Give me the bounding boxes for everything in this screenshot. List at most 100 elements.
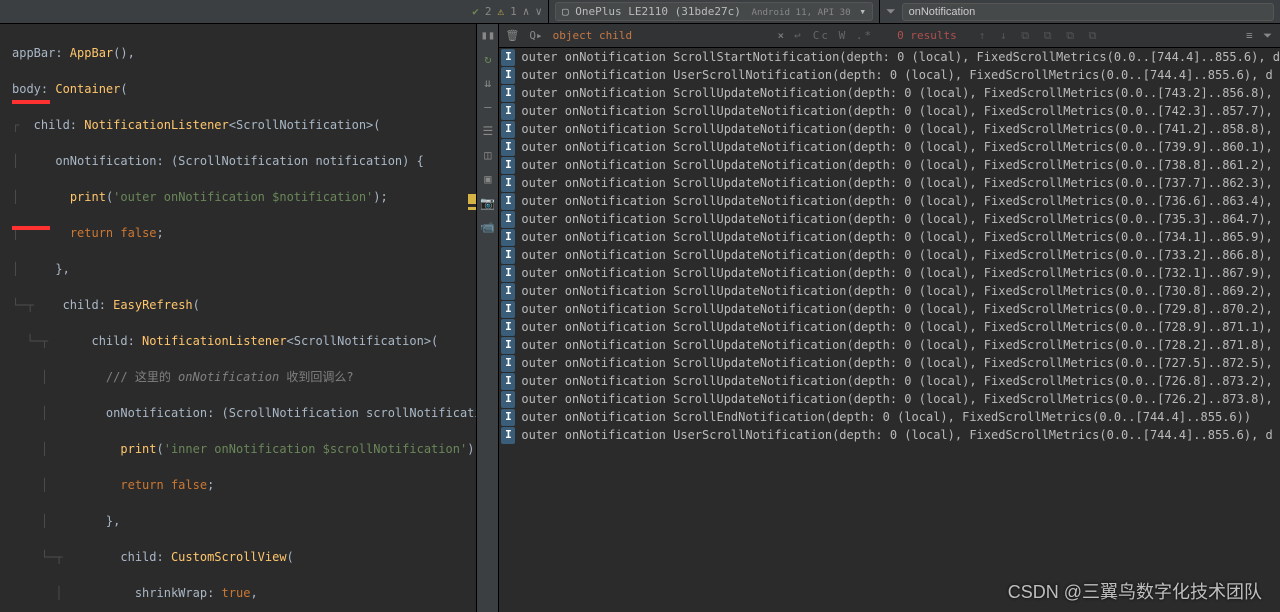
search-nav[interactable]: ↑ ↓ ⧉ ⧉ ⧉ ⧉ — [979, 29, 1101, 43]
log-search-bar: 🗑 Q▸ object child × ↩ Cc W .* 0 results … — [499, 24, 1280, 48]
inspection-widget[interactable]: ✔2 ⚠1 ∧ ∨ — [0, 0, 548, 23]
log-line: Iouter onNotification ScrollUpdateNotifi… — [499, 372, 1280, 390]
log-message: outer onNotification ScrollUpdateNotific… — [521, 390, 1272, 408]
log-level-badge: I — [501, 193, 515, 210]
device-selector[interactable]: ▢ OnePlus LE2110 (31bde27c) Android 11, … — [548, 0, 880, 23]
log-line: Iouter onNotification UserScrollNotifica… — [499, 66, 1280, 84]
log-line: Iouter onNotification ScrollUpdateNotifi… — [499, 390, 1280, 408]
log-output[interactable]: Iouter onNotification ScrollStartNotific… — [499, 48, 1280, 612]
log-level-badge: I — [501, 121, 515, 138]
search-filters[interactable]: ≡ ⏷ — [1246, 29, 1274, 43]
log-message: outer onNotification ScrollUpdateNotific… — [521, 174, 1272, 192]
log-message: outer onNotification UserScrollNotificat… — [521, 426, 1272, 444]
log-level-badge: I — [501, 139, 515, 156]
restart-icon[interactable]: ↻ — [484, 52, 491, 66]
code-content[interactable]: appBar: AppBar(), body: Container( ┌ chi… — [0, 24, 476, 612]
log-level-badge: I — [501, 355, 515, 372]
log-line: Iouter onNotification ScrollUpdateNotifi… — [499, 246, 1280, 264]
log-line: Iouter onNotification ScrollUpdateNotifi… — [499, 102, 1280, 120]
phone-icon: ▢ — [562, 5, 569, 18]
log-line: Iouter onNotification UserScrollNotifica… — [499, 426, 1280, 444]
log-level-badge: I — [501, 103, 515, 120]
log-line: Iouter onNotification ScrollEndNotificat… — [499, 408, 1280, 426]
log-line: Iouter onNotification ScrollUpdateNotifi… — [499, 120, 1280, 138]
chevron-down-icon: ▾ — [859, 5, 866, 18]
log-message: outer onNotification ScrollUpdateNotific… — [521, 138, 1272, 156]
search-term[interactable]: object child — [553, 29, 632, 42]
log-message: outer onNotification ScrollUpdateNotific… — [521, 192, 1272, 210]
error-stripe[interactable] — [466, 24, 476, 612]
log-message: outer onNotification ScrollUpdateNotific… — [521, 210, 1272, 228]
log-line: Iouter onNotification ScrollUpdateNotifi… — [499, 300, 1280, 318]
soft-wrap-icon[interactable]: ☰ — [483, 124, 494, 138]
log-level-badge: I — [501, 67, 515, 84]
history-icon[interactable]: ↩ — [794, 29, 803, 42]
log-message: outer onNotification ScrollUpdateNotific… — [521, 300, 1272, 318]
close-icon[interactable]: × — [778, 29, 785, 42]
log-level-badge: I — [501, 265, 515, 282]
top-bar: ✔2 ⚠1 ∧ ∨ ▢ OnePlus LE2110 (31bde27c) An… — [0, 0, 1280, 24]
log-message: outer onNotification ScrollEndNotificati… — [521, 408, 1251, 426]
log-line: Iouter onNotification ScrollUpdateNotifi… — [499, 192, 1280, 210]
log-level-badge: I — [501, 337, 515, 354]
annotation-mark-1 — [12, 100, 50, 104]
log-message: outer onNotification ScrollUpdateNotific… — [521, 102, 1272, 120]
watermark: CSDN @三翼鸟数字化技术团队 — [1008, 578, 1262, 604]
funnel-icon[interactable]: ⏷ — [886, 4, 896, 19]
log-level-badge: I — [501, 85, 515, 102]
nav-down-icon[interactable]: ∨ — [535, 5, 542, 18]
log-level-badge: I — [501, 175, 515, 192]
log-message: outer onNotification ScrollUpdateNotific… — [521, 84, 1272, 102]
log-message: outer onNotification ScrollUpdateNotific… — [521, 246, 1272, 264]
device-name: OnePlus LE2110 (31bde27c) — [575, 5, 741, 18]
log-line: Iouter onNotification ScrollUpdateNotifi… — [499, 318, 1280, 336]
log-message: outer onNotification ScrollUpdateNotific… — [521, 282, 1272, 300]
log-line: Iouter onNotification ScrollUpdateNotifi… — [499, 282, 1280, 300]
log-line: Iouter onNotification ScrollUpdateNotifi… — [499, 210, 1280, 228]
log-level-badge: I — [501, 301, 515, 318]
main-area: appBar: AppBar(), body: Container( ┌ chi… — [0, 24, 1280, 612]
log-line: Iouter onNotification ScrollUpdateNotifi… — [499, 354, 1280, 372]
code-editor[interactable]: appBar: AppBar(), body: Container( ┌ chi… — [0, 24, 476, 612]
log-message: outer onNotification ScrollUpdateNotific… — [521, 228, 1272, 246]
warn-count: 1 — [510, 5, 517, 18]
log-message: outer onNotification ScrollUpdateNotific… — [521, 264, 1272, 282]
split-icon[interactable]: ◫ — [484, 148, 491, 162]
divider-icon: — — [484, 100, 491, 114]
log-message: outer onNotification ScrollUpdateNotific… — [521, 372, 1272, 390]
check-icon: ✔ — [472, 5, 479, 18]
log-level-badge: I — [501, 211, 515, 228]
log-level-badge: I — [501, 247, 515, 264]
log-level-badge: I — [501, 391, 515, 408]
log-level-badge: I — [501, 319, 515, 336]
log-level-badge: I — [501, 229, 515, 246]
log-line: Iouter onNotification ScrollStartNotific… — [499, 48, 1280, 66]
screen-record-icon[interactable]: 📹 — [480, 220, 495, 234]
log-level-badge: I — [501, 373, 515, 390]
pause-icon[interactable]: ▮▮ — [481, 28, 495, 42]
log-toolbar: ▮▮ ↻ ⇊ — ☰ ◫ ▣ 📷 📹 — [477, 24, 499, 612]
log-line: Iouter onNotification ScrollUpdateNotifi… — [499, 174, 1280, 192]
layout-icon[interactable]: ▣ — [484, 172, 491, 186]
screenshot-icon[interactable]: 📷 — [480, 196, 495, 210]
ok-count: 2 — [485, 5, 492, 18]
scroll-end-icon[interactable]: ⇊ — [484, 76, 491, 90]
log-message: outer onNotification UserScrollNotificat… — [521, 66, 1272, 84]
clear-icon[interactable]: 🗑 — [505, 29, 519, 42]
annotation-mark-2 — [12, 226, 50, 230]
nav-up-icon[interactable]: ∧ — [523, 5, 530, 18]
log-message: outer onNotification ScrollUpdateNotific… — [521, 120, 1272, 138]
filter-input[interactable] — [902, 3, 1274, 21]
log-message: outer onNotification ScrollUpdateNotific… — [521, 156, 1272, 174]
search-options[interactable]: Cc W .* — [813, 29, 873, 42]
device-detail: Android 11, API 30 — [751, 7, 850, 18]
log-message: outer onNotification ScrollUpdateNotific… — [521, 318, 1272, 336]
log-line: Iouter onNotification ScrollUpdateNotifi… — [499, 228, 1280, 246]
search-results: 0 results — [897, 29, 957, 42]
log-level-badge: I — [501, 49, 515, 66]
search-icon: Q▸ — [529, 29, 542, 42]
log-level-badge: I — [501, 157, 515, 174]
log-line: Iouter onNotification ScrollUpdateNotifi… — [499, 264, 1280, 282]
log-message: outer onNotification ScrollUpdateNotific… — [521, 336, 1272, 354]
log-line: Iouter onNotification ScrollUpdateNotifi… — [499, 156, 1280, 174]
